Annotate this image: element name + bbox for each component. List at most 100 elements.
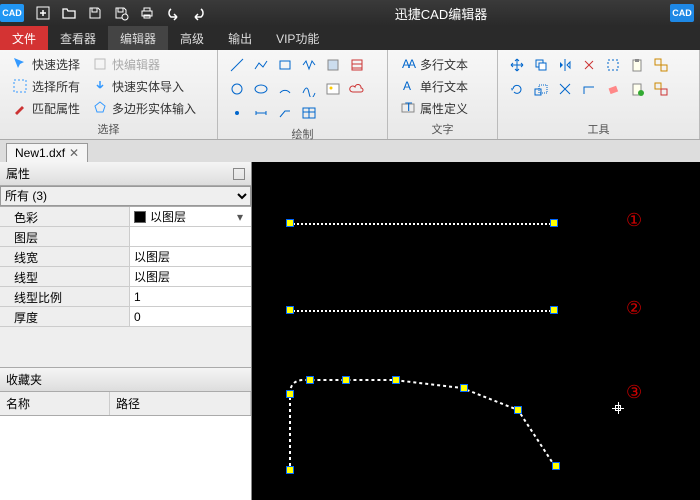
menu-editor[interactable]: 编辑器: [108, 26, 168, 50]
select-all-button[interactable]: 选择所有: [8, 76, 84, 96]
poly-input-button[interactable]: 多边形实体输入: [88, 98, 200, 118]
move-icon[interactable]: [506, 54, 528, 76]
properties-header: 属性: [0, 162, 251, 186]
document-tabs: New1.dxf ✕: [0, 140, 700, 162]
print-icon[interactable]: [136, 2, 158, 24]
line-icon[interactable]: [226, 54, 248, 76]
svg-text:A: A: [403, 79, 411, 93]
table-icon[interactable]: [298, 102, 320, 124]
drawing-canvas[interactable]: ① ② ③: [252, 162, 700, 500]
entity-polyline[interactable]: [286, 372, 576, 482]
menu-viewer[interactable]: 查看器: [48, 26, 108, 50]
prop-val: [130, 227, 251, 246]
menu-output[interactable]: 输出: [216, 26, 264, 50]
block-icon[interactable]: [322, 54, 344, 76]
pin-icon[interactable]: [233, 168, 245, 180]
prop-row-ltscale[interactable]: 线型比例1: [0, 287, 251, 307]
dim-icon[interactable]: [250, 102, 272, 124]
dotted-rect-icon[interactable]: [602, 54, 624, 76]
circle-icon[interactable]: [226, 78, 248, 100]
grip-icon[interactable]: [392, 376, 400, 384]
prop-row-linetype[interactable]: 线型以图层: [0, 267, 251, 287]
image-icon[interactable]: [322, 78, 344, 100]
grip-icon[interactable]: [286, 390, 294, 398]
ribbon: 快速选择 选择所有 匹配属性 快编辑器 快速实体导入 多边形实体输入 选择: [0, 50, 700, 140]
quick-edit-icon: [92, 56, 108, 72]
group-label-tools: 工具: [506, 119, 691, 137]
menu-advanced[interactable]: 高级: [168, 26, 216, 50]
erase-icon[interactable]: [602, 78, 624, 100]
attdef-button[interactable]: T属性定义: [396, 98, 472, 118]
save-icon[interactable]: [84, 2, 106, 24]
prop-row-color[interactable]: 色彩 以图层▾: [0, 207, 251, 227]
copy-icon[interactable]: [530, 54, 552, 76]
zigzag-icon[interactable]: [298, 54, 320, 76]
grip-icon[interactable]: [552, 462, 560, 470]
tab-new1[interactable]: New1.dxf ✕: [6, 143, 88, 162]
grip-icon[interactable]: [514, 406, 522, 414]
open-icon[interactable]: [58, 2, 80, 24]
grip-icon[interactable]: [460, 384, 468, 392]
spline-icon[interactable]: [298, 78, 320, 100]
redo-icon[interactable]: [188, 2, 210, 24]
prop-key: 色彩: [0, 207, 130, 226]
label: 多行文本: [420, 56, 468, 73]
menu-vip[interactable]: VIP功能: [264, 26, 331, 50]
prop-key: 厚度: [0, 307, 130, 326]
new-icon[interactable]: [32, 2, 54, 24]
grip-icon[interactable]: [342, 376, 350, 384]
entity-line[interactable]: [290, 223, 554, 225]
favorites-columns: 名称 路径: [0, 392, 251, 416]
explode-icon[interactable]: [578, 54, 600, 76]
polyline-icon[interactable]: [250, 54, 272, 76]
match-props-button[interactable]: 匹配属性: [8, 98, 84, 118]
menu-file[interactable]: 文件: [0, 26, 48, 50]
prop-row-thickness[interactable]: 厚度0: [0, 307, 251, 327]
mtext-icon: AA: [400, 56, 416, 72]
grip-icon[interactable]: [306, 376, 314, 384]
arc-icon[interactable]: [274, 78, 296, 100]
cursor-sparkle-icon: [12, 56, 28, 72]
ellipse-icon[interactable]: [250, 78, 272, 100]
point-icon[interactable]: [226, 102, 248, 124]
corner-icon[interactable]: [578, 78, 600, 100]
label: 选择所有: [32, 78, 80, 95]
prop-row-layer[interactable]: 图层: [0, 227, 251, 247]
mirror-icon[interactable]: [554, 54, 576, 76]
quick-select-button[interactable]: 快速选择: [8, 54, 84, 74]
prop-row-lineweight[interactable]: 线宽以图层: [0, 247, 251, 267]
col-name[interactable]: 名称: [0, 392, 110, 415]
rotate-icon[interactable]: [506, 78, 528, 100]
properties-title: 属性: [6, 165, 30, 182]
grip-icon[interactable]: [550, 219, 558, 227]
stext-button[interactable]: A单行文本: [396, 76, 472, 96]
paste2-icon[interactable]: [626, 78, 648, 100]
chevron-down-icon[interactable]: ▾: [233, 210, 247, 224]
leader-icon[interactable]: [274, 102, 296, 124]
cloud-icon[interactable]: [346, 78, 368, 100]
rect-icon[interactable]: [274, 54, 296, 76]
saveas-icon[interactable]: [110, 2, 132, 24]
fast-import-button[interactable]: 快速实体导入: [88, 76, 200, 96]
grip-icon[interactable]: [286, 466, 294, 474]
entity-line[interactable]: [290, 310, 554, 312]
ungroup-icon[interactable]: [650, 78, 672, 100]
group-icon[interactable]: [650, 54, 672, 76]
close-icon[interactable]: ✕: [69, 146, 79, 160]
prop-key: 图层: [0, 227, 130, 246]
grip-icon[interactable]: [286, 306, 294, 314]
favorites-title: 收藏夹: [6, 371, 42, 388]
app-logo-icon: CAD: [0, 4, 24, 22]
label: 属性定义: [420, 100, 468, 117]
paste-icon[interactable]: [626, 54, 648, 76]
mtext-button[interactable]: AA多行文本: [396, 54, 472, 74]
properties-panel: 属性 所有 (3) 色彩 以图层▾ 图层 线宽以图层 线型以图层 线型比例1 厚…: [0, 162, 252, 500]
undo-icon[interactable]: [162, 2, 184, 24]
grip-icon[interactable]: [550, 306, 558, 314]
scale-icon[interactable]: [530, 78, 552, 100]
trim-icon[interactable]: [554, 78, 576, 100]
grip-icon[interactable]: [286, 219, 294, 227]
col-path[interactable]: 路径: [110, 392, 251, 415]
hatch-icon[interactable]: [346, 54, 368, 76]
filter-select[interactable]: 所有 (3): [0, 186, 251, 206]
